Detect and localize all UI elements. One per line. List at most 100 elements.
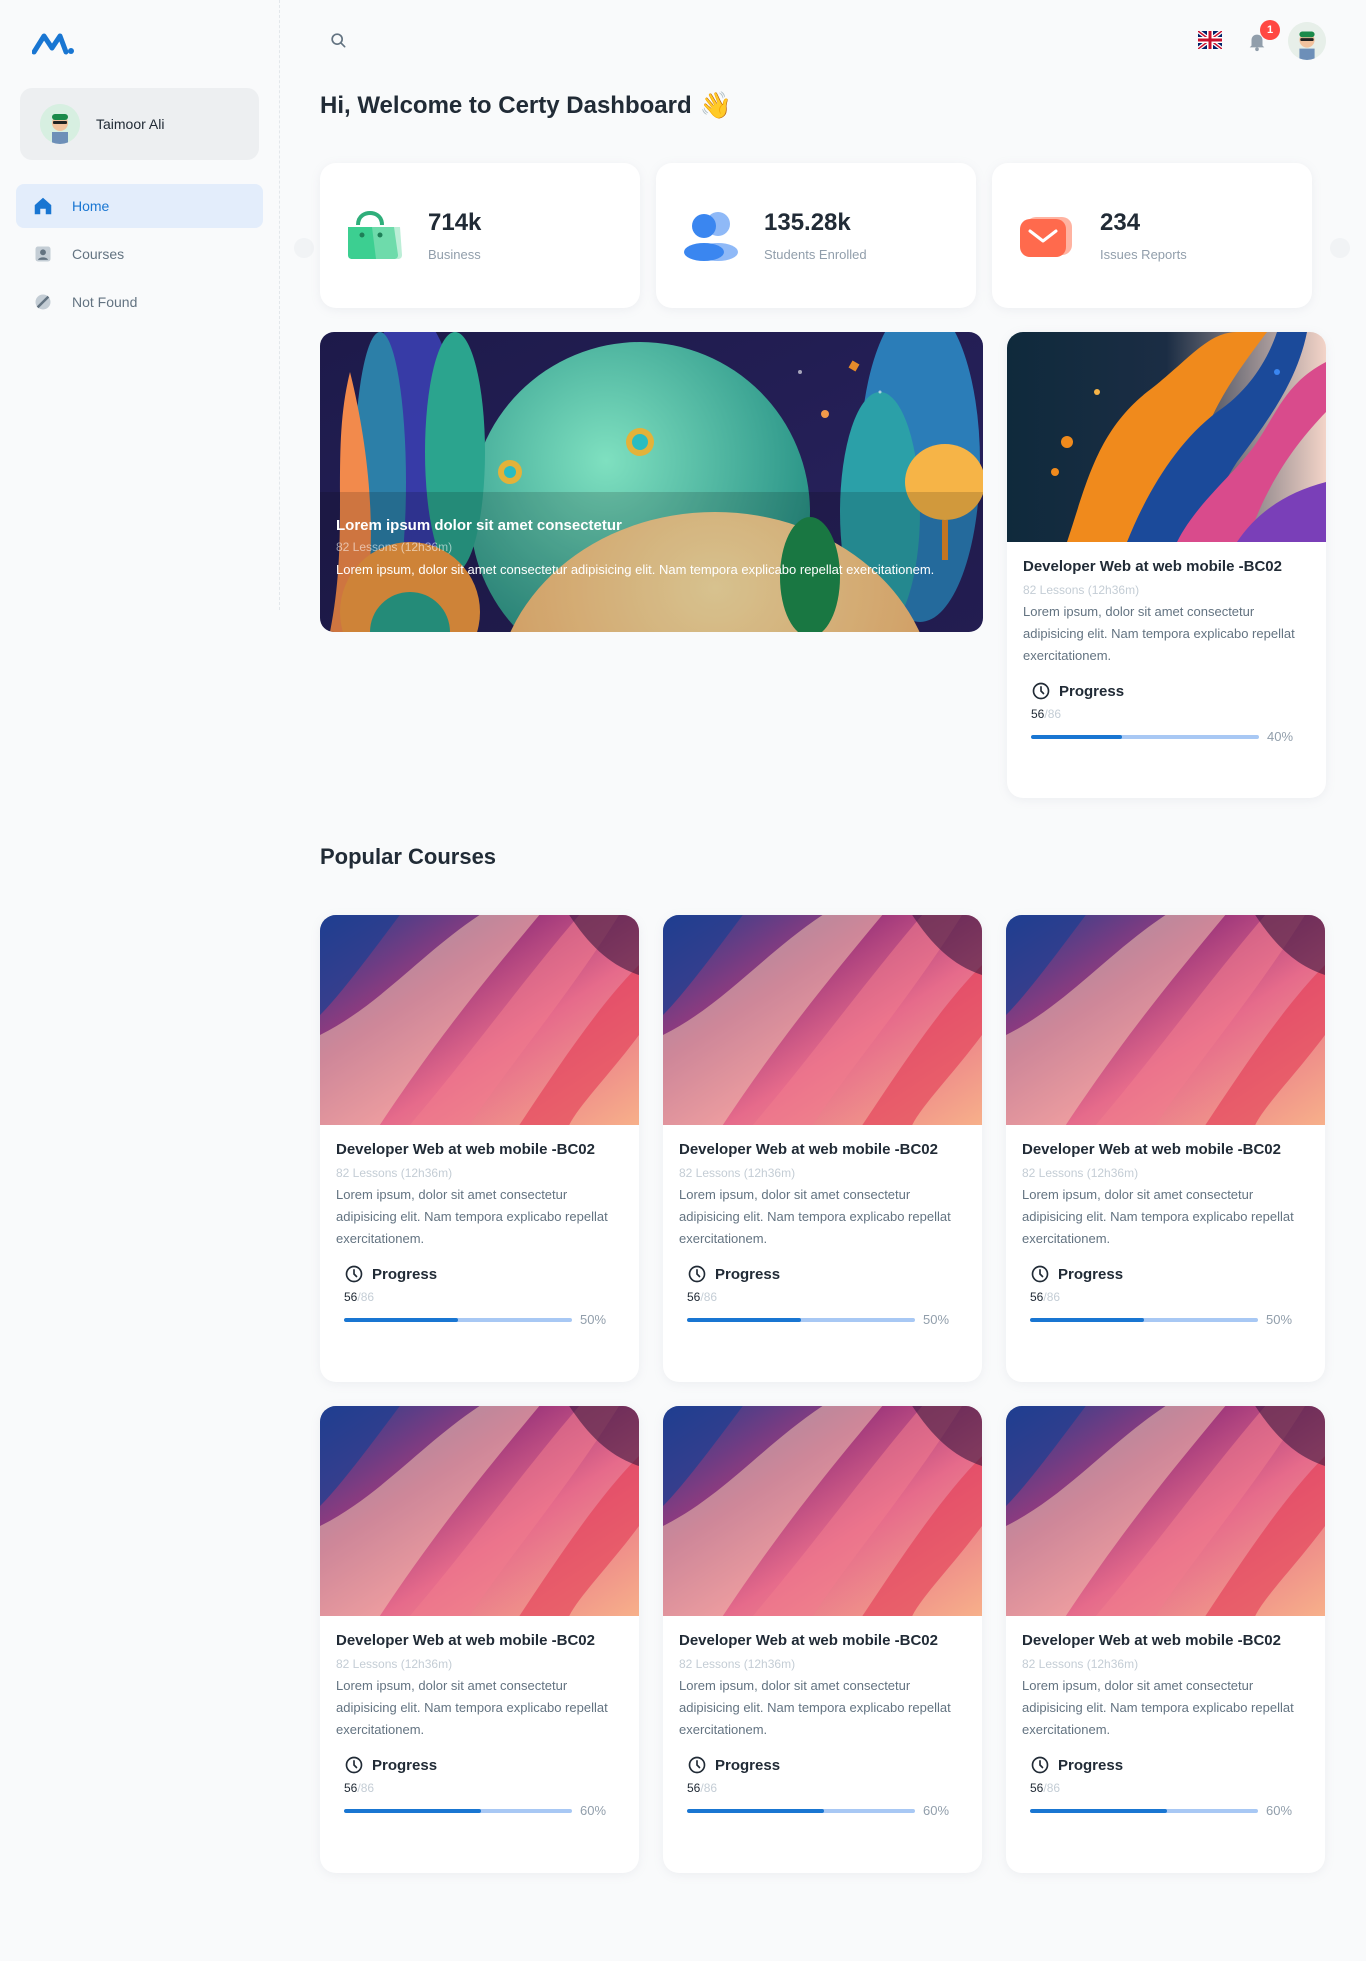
section-title-popular: Popular Courses xyxy=(320,844,497,869)
progress-total: /86 xyxy=(700,1290,718,1304)
progress-fill xyxy=(687,1808,824,1813)
course-description: Lorem ipsum, dolor sit amet consectetur … xyxy=(1022,1678,1294,1737)
featured-course-card[interactable]: Developer Web at web mobile -BC02 82 Les… xyxy=(1007,332,1326,798)
progress-done: 56 xyxy=(687,1290,701,1304)
progress-done: 56 xyxy=(687,1781,701,1795)
progress-fill xyxy=(1030,1808,1167,1813)
home-icon xyxy=(32,195,54,217)
course-lessons: 82 Lessons (12h36m) xyxy=(1023,583,1140,597)
progress-fill xyxy=(1030,1317,1144,1322)
wave-emoji: 👋 xyxy=(699,90,733,120)
progress-label: Progress xyxy=(1059,682,1125,700)
stat-card-issues: 234 Issues Reports xyxy=(992,163,1312,308)
course-description: Lorem ipsum, dolor sit amet consectetur … xyxy=(336,1678,608,1737)
mail-icon xyxy=(1016,205,1078,267)
course-description: Lorem ipsum, dolor sit amet consectetur … xyxy=(336,1187,608,1246)
users-icon xyxy=(680,205,742,267)
progress-percent: 50% xyxy=(580,1312,607,1327)
carousel-next-dot[interactable] xyxy=(1330,238,1350,258)
header-actions: 1 xyxy=(1190,20,1326,60)
page-title: Hi, Welcome to Certy Dashboard 👋 xyxy=(320,90,732,121)
course-card[interactable]: Developer Web at web mobile -BC02 82 Less… xyxy=(1006,915,1325,1382)
sidebar: Taimoor Ali Home Courses Not Found xyxy=(0,0,280,610)
user-name: Taimoor Ali xyxy=(96,116,165,132)
header-avatar[interactable] xyxy=(1288,22,1326,60)
progress-bar xyxy=(344,1317,572,1322)
carousel-prev-dot[interactable] xyxy=(294,238,314,258)
course-description: Lorem ipsum, dolor sit amet consectetur … xyxy=(679,1187,951,1246)
course-image xyxy=(1006,1406,1325,1616)
clock-icon xyxy=(344,1755,364,1775)
progress-percent: 60% xyxy=(1266,1803,1293,1818)
course-artwork xyxy=(1007,332,1326,542)
progress-count: 56/86 xyxy=(1022,1290,1309,1304)
progress-bar xyxy=(1030,1317,1258,1322)
course-card[interactable]: Developer Web at web mobile -BC02 82 Less… xyxy=(663,915,982,1382)
sidebar-item-label: Home xyxy=(72,198,110,214)
uk-flag-icon[interactable] xyxy=(1198,31,1222,49)
progress-fill xyxy=(687,1317,801,1322)
hero-banner[interactable]: Lorem ipsum dolor sit amet consectetur 8… xyxy=(320,332,983,632)
progress-label: Progress xyxy=(715,1265,781,1283)
progress-fill xyxy=(1031,734,1123,739)
course-card[interactable]: Developer Web at web mobile -BC02 82 Less… xyxy=(320,1406,639,1873)
stat-value: 135.28k xyxy=(764,209,851,236)
progress-label: Progress xyxy=(372,1756,438,1774)
progress-bar xyxy=(344,1808,572,1813)
clock-icon xyxy=(344,1264,364,1284)
course-artwork xyxy=(1006,1406,1325,1616)
progress-total: /86 xyxy=(357,1290,375,1304)
course-title: Developer Web at web mobile -BC02 xyxy=(1023,558,1282,575)
shopping-bag-icon xyxy=(344,205,406,267)
progress-count: 56/86 xyxy=(679,1781,966,1795)
course-artwork xyxy=(663,915,982,1125)
sidebar-item-not-found[interactable]: Not Found xyxy=(16,280,263,324)
course-card[interactable]: Developer Web at web mobile -BC02 82 Less… xyxy=(320,915,639,1382)
course-title: Developer Web at web mobile -BC02 xyxy=(679,1141,938,1158)
course-lessons: 82 Lessons (12h36m) xyxy=(1022,1657,1139,1671)
logo-icon[interactable] xyxy=(32,30,74,56)
progress-count: 56/86 xyxy=(679,1290,966,1304)
progress-bar xyxy=(1031,734,1259,739)
progress-percent: 40% xyxy=(1267,729,1294,744)
sidebar-nav: Home Courses Not Found xyxy=(16,184,263,328)
stat-label: Students Enrolled xyxy=(764,247,867,262)
user-avatar-icon xyxy=(40,104,80,144)
hero-description: Lorem ipsum, dolor sit amet consectetur … xyxy=(336,562,935,577)
progress-percent: 50% xyxy=(1266,1312,1293,1327)
hero-title: Lorem ipsum dolor sit amet consectetur xyxy=(336,517,622,534)
progress-percent: 50% xyxy=(923,1312,950,1327)
notification-badge: 1 xyxy=(1260,20,1280,40)
search-icon[interactable] xyxy=(328,30,348,50)
account-card[interactable]: Taimoor Ali xyxy=(20,88,259,160)
course-image xyxy=(1006,915,1325,1125)
course-description: Lorem ipsum, dolor sit amet consectetur … xyxy=(1023,604,1295,663)
course-artwork xyxy=(663,1406,982,1616)
course-image xyxy=(663,1406,982,1616)
sidebar-item-label: Courses xyxy=(72,246,125,262)
course-card[interactable]: Developer Web at web mobile -BC02 82 Less… xyxy=(1006,1406,1325,1873)
stat-value: 234 xyxy=(1100,209,1141,236)
course-lessons: 82 Lessons (12h36m) xyxy=(679,1166,796,1180)
course-image xyxy=(1007,332,1326,542)
course-image xyxy=(320,915,639,1125)
sidebar-item-courses[interactable]: Courses xyxy=(16,232,263,276)
progress-done: 56 xyxy=(344,1290,358,1304)
course-image xyxy=(320,1406,639,1616)
course-title: Developer Web at web mobile -BC02 xyxy=(1022,1141,1281,1158)
user-avatar-icon xyxy=(1288,22,1326,60)
hero-artwork xyxy=(320,332,983,632)
course-title: Developer Web at web mobile -BC02 xyxy=(679,1632,938,1649)
course-image xyxy=(663,915,982,1125)
sidebar-item-home[interactable]: Home xyxy=(16,184,263,228)
progress-label: Progress xyxy=(372,1265,438,1283)
course-lessons: 82 Lessons (12h36m) xyxy=(336,1657,453,1671)
course-description: Lorem ipsum, dolor sit amet consectetur … xyxy=(1022,1187,1294,1246)
course-card[interactable]: Developer Web at web mobile -BC02 82 Less… xyxy=(663,1406,982,1873)
stat-card-students: 135.28k Students Enrolled xyxy=(656,163,976,308)
course-title: Developer Web at web mobile -BC02 xyxy=(336,1141,595,1158)
sidebar-item-label: Not Found xyxy=(72,294,138,310)
clock-icon xyxy=(1030,1264,1050,1284)
progress-label: Progress xyxy=(1058,1756,1124,1774)
progress-bar xyxy=(687,1317,915,1322)
